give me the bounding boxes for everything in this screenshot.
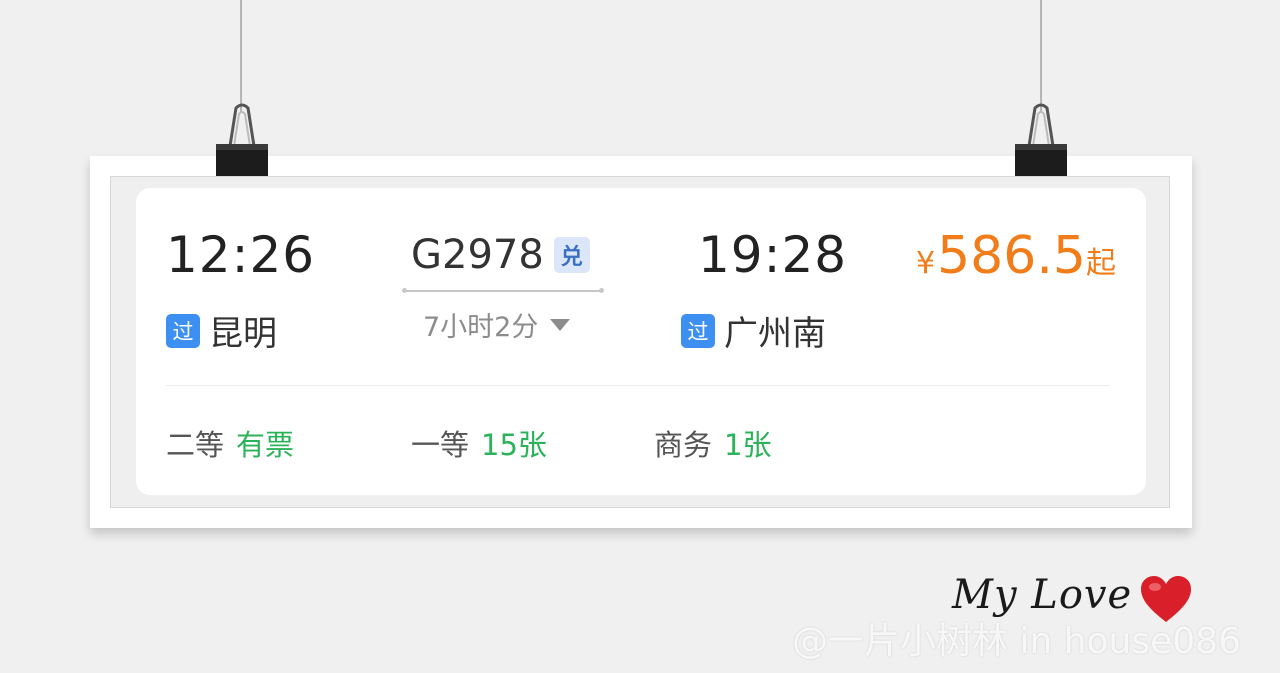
hanging-string-left	[240, 0, 242, 112]
price-amount: 586.5	[937, 226, 1086, 286]
seat-availability: 15张	[481, 428, 547, 462]
duration-toggle[interactable]: 7小时2分	[423, 305, 571, 344]
currency-symbol: ¥	[916, 246, 936, 281]
train-ticket-card[interactable]: 12:26 过 昆明 G2978 兑 7小时2分 19:28 过 广州南 ¥ 5…	[136, 188, 1146, 495]
divider	[166, 385, 1110, 386]
seat-availability: 1张	[724, 428, 772, 462]
exchange-badge: 兑	[553, 237, 590, 273]
departure-station: 过 昆明	[166, 306, 277, 355]
arrival-station-name: 广州南	[724, 314, 826, 354]
price: ¥ 586.5 起	[916, 226, 1116, 286]
price-suffix: 起	[1085, 246, 1116, 281]
seat-class-label: 二等	[166, 428, 225, 462]
seat-class-label: 一等	[411, 428, 470, 462]
seat-option-first-class[interactable]: 一等 15张	[411, 422, 547, 464]
arrival-station: 过 广州南	[681, 306, 826, 355]
duration-text: 7小时2分	[423, 312, 539, 343]
departure-station-name: 昆明	[209, 314, 277, 354]
binder-clip-icon	[1015, 103, 1067, 176]
seat-option-second-class[interactable]: 二等 有票	[166, 422, 294, 464]
route-line	[402, 288, 604, 293]
pass-through-badge: 过	[166, 313, 200, 348]
binder-clip-icon	[216, 103, 268, 176]
chevron-down-icon	[550, 318, 571, 331]
train-number-text: G2978	[411, 232, 544, 278]
seat-availability: 有票	[236, 428, 295, 462]
seat-class-label: 商务	[654, 428, 713, 462]
watermark: @一片小树林 in house086	[792, 621, 1241, 662]
train-number: G2978 兑	[411, 232, 590, 278]
seat-option-business-class[interactable]: 商务 1张	[654, 422, 771, 464]
departure-time: 12:26	[166, 226, 316, 284]
hanging-string-right	[1040, 0, 1042, 112]
arrival-time: 19:28	[698, 226, 848, 284]
pass-through-badge: 过	[681, 313, 715, 348]
